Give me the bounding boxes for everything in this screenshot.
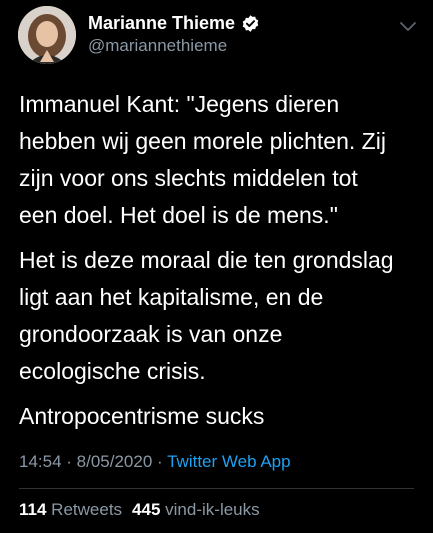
tweet-paragraph: Immanuel Kant: "Jegens dieren hebben wij… bbox=[19, 91, 386, 228]
meta-separator: · bbox=[152, 452, 168, 471]
meta-separator: · bbox=[61, 452, 77, 471]
tweet-time[interactable]: 14:54 bbox=[19, 452, 62, 471]
tweet-card: Marianne Thieme @mariannethieme Immanuel… bbox=[0, 0, 433, 533]
tweet-paragraph: Antropocentrisme sucks bbox=[19, 403, 265, 429]
name-row: Marianne Thieme bbox=[88, 12, 260, 34]
retweets-label: Retweets bbox=[51, 500, 123, 519]
likes-stat[interactable]: 445 vind-ik-leuks bbox=[132, 500, 260, 519]
tweet-stats: 114 Retweets 445 vind-ik-leuks bbox=[19, 500, 260, 520]
tweet-text: Immanuel Kant: "Jegens dieren hebben wij… bbox=[19, 86, 419, 435]
avatar[interactable] bbox=[18, 6, 76, 64]
likes-label: vind-ik-leuks bbox=[165, 500, 260, 519]
source-app-link[interactable]: Twitter Web App bbox=[167, 452, 290, 471]
display-name[interactable]: Marianne Thieme bbox=[88, 12, 235, 34]
tweet-paragraph: Het is deze moraal die ten grondslag lig… bbox=[19, 247, 394, 384]
tweet-meta: 14:54 · 8/05/2020 · Twitter Web App bbox=[19, 452, 291, 472]
user-handle[interactable]: @mariannethieme bbox=[88, 35, 260, 57]
tweet-date[interactable]: 8/05/2020 bbox=[77, 452, 153, 471]
verified-badge-icon bbox=[241, 14, 260, 33]
retweets-count: 114 bbox=[19, 500, 47, 519]
divider bbox=[19, 488, 414, 489]
chevron-down-icon[interactable] bbox=[399, 20, 417, 32]
user-info[interactable]: Marianne Thieme @mariannethieme bbox=[88, 12, 260, 57]
avatar-image bbox=[18, 6, 76, 64]
retweets-stat[interactable]: 114 Retweets bbox=[19, 500, 122, 519]
likes-count: 445 bbox=[132, 500, 161, 519]
